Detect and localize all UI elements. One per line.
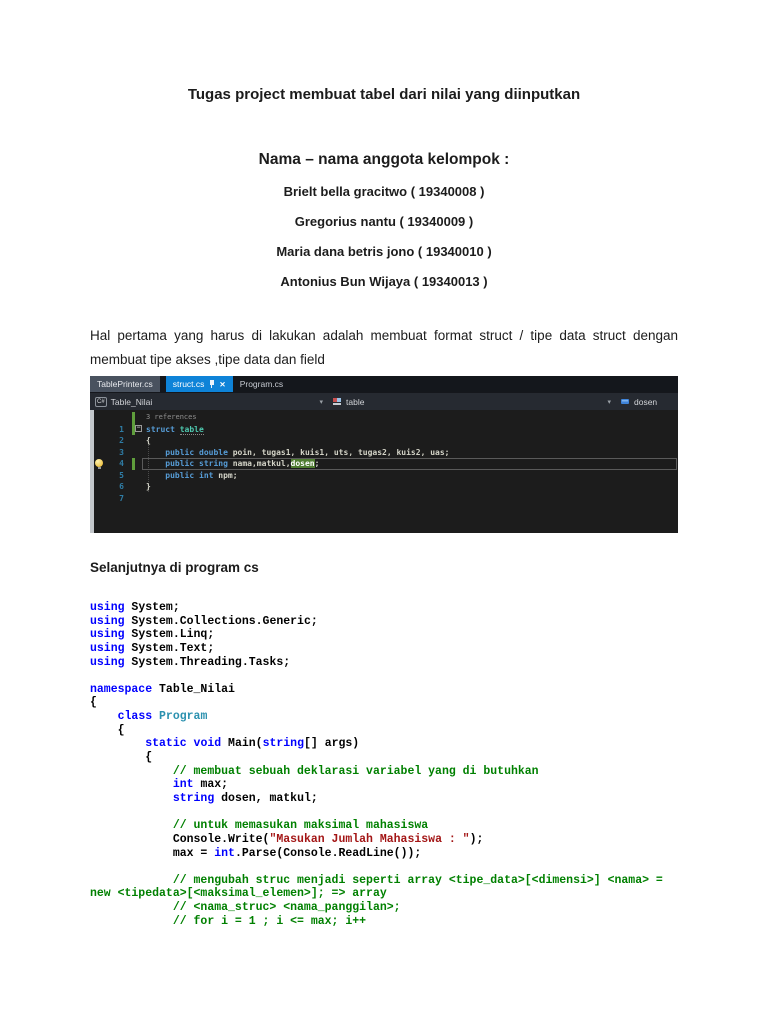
field-icon: [621, 399, 629, 404]
change-bar: [132, 458, 135, 470]
csharp-project-icon: C#: [95, 396, 107, 407]
type-dropdown[interactable]: table ▾: [328, 393, 616, 410]
program-code-line: [90, 669, 663, 683]
program-code-block: using System; using System.Collections.Ge…: [90, 601, 663, 928]
program-code-line: namespace Table_Nilai: [90, 682, 235, 696]
code-editor[interactable]: 3 references −1 struct table 2{3 public dou…: [90, 410, 678, 533]
code-line: 3 public double poin, tugas1, kuis1, uts…: [90, 447, 678, 459]
project-name: Table_Nilai: [110, 396, 153, 407]
program-code-line: class Program: [117, 710, 208, 724]
tab-struct-cs[interactable]: struct.cs ✕: [165, 376, 233, 392]
line-number: 6: [119, 482, 124, 491]
struct-icon: [333, 398, 341, 405]
type-name: table: [346, 396, 365, 407]
tab-label: TablePrinter.cs: [97, 379, 153, 389]
program-code-line: // for i = 1 ; i <= max; i++: [90, 914, 367, 928]
program-code-line: using System.Threading.Tasks;: [90, 655, 291, 669]
collapse-icon[interactable]: −: [135, 425, 142, 432]
project-dropdown[interactable]: C# Table_Nilai ▾: [90, 393, 328, 410]
vs-tab-bar: TablePrinter.cs struct.cs ✕ Program.cs: [90, 376, 678, 392]
program-code-line: {: [90, 751, 153, 765]
program-code-line: static void Main(string[] args): [145, 737, 360, 751]
codelens-references[interactable]: 3 references: [146, 412, 197, 424]
vs-navigation-bar: C# Table_Nilai ▾ table ▾ dosen: [90, 392, 678, 410]
program-code-line: // mengubah struc menjadi seperti array …: [90, 873, 663, 887]
section2-heading: Selanjutnya di program cs: [90, 560, 259, 575]
change-bar: [132, 412, 135, 424]
program-code-line: new <tipedata>[<maksimal_elemen>]; => ar…: [90, 887, 387, 901]
member-line: Brielt bella gracitwo ( 19340008 ): [283, 184, 485, 199]
tab-label: struct.cs: [172, 379, 205, 389]
program-code-line: [90, 860, 663, 874]
program-code-line: using System.Collections.Generic;: [90, 614, 318, 628]
document-page: Tugas project membuat tabel dari nilai y…: [0, 0, 768, 1024]
program-code-line: [90, 806, 663, 820]
line-number: 3: [119, 447, 124, 457]
vs-screenshot: TablePrinter.cs struct.cs ✕ Program.cs C…: [90, 376, 678, 533]
program-code-line: Console.Write("Masukan Jumlah Mahasiswa …: [90, 832, 484, 846]
pin-icon[interactable]: [208, 380, 215, 389]
member-list: Brielt bella gracitwo ( 19340008 ) Gregor…: [0, 184, 768, 304]
code-line: 6}: [90, 481, 678, 493]
code-line: 5 public int npm;: [90, 470, 678, 482]
program-code-line: // <nama_struc> <nama_panggilan>;: [90, 901, 401, 915]
program-code-line: // membuat sebuah deklarasi variabel yan…: [90, 764, 539, 778]
program-code-line: {: [90, 723, 125, 737]
chevron-down-icon: ▾: [319, 398, 323, 406]
line-number: 2: [119, 436, 124, 445]
line-number: 4: [119, 459, 124, 468]
code-line: 2{: [90, 435, 678, 447]
program-code-line: max = int.Parse(Console.ReadLine());: [90, 846, 422, 860]
tab-program-cs[interactable]: Program.cs: [233, 376, 290, 392]
code-line: 7: [90, 493, 678, 505]
program-code-line: int max;: [172, 778, 229, 792]
program-code-line: {: [90, 696, 97, 710]
code-line: 4 public string nama,matkul,dosen;: [90, 457, 678, 470]
program-code-line: // untuk memasukan maksimal mahasiswa: [90, 819, 429, 833]
member-name: dosen: [634, 396, 658, 407]
tab-label: Program.cs: [239, 379, 284, 389]
page-title: Tugas project membuat tabel dari nilai y…: [187, 86, 581, 103]
group-heading: Nama – nama anggota kelompok :: [258, 151, 510, 168]
member-dropdown[interactable]: dosen: [616, 393, 678, 410]
member-line: Antonius Bun Wijaya ( 19340013 ): [280, 274, 488, 289]
line-number: 1: [119, 424, 124, 434]
program-code-line: string dosen, matkul;: [172, 791, 318, 805]
line-number: 5: [119, 470, 124, 480]
code-line: −1 struct table: [90, 423, 678, 435]
program-code-line: using System.Text;: [90, 641, 215, 655]
program-code-line: using System;: [90, 601, 180, 614]
editor-lines: 3 references −1 struct table 2{3 public dou…: [90, 412, 678, 504]
line-number: 7: [119, 493, 124, 503]
chevron-down-icon: ▾: [607, 398, 611, 406]
member-line: Maria dana betris jono ( 19340010 ): [276, 244, 492, 259]
tab-tableprinter-cs[interactable]: TablePrinter.cs: [90, 376, 160, 392]
member-line: Gregorius nantu ( 19340009 ): [294, 214, 474, 229]
codelens-row: 3 references: [90, 412, 678, 424]
close-icon[interactable]: ✕: [219, 380, 225, 389]
lightbulb-icon[interactable]: [95, 459, 103, 469]
intro-paragraph: Hal pertama yang harus di lakukan adalah…: [90, 328, 678, 367]
program-code-line: using System.Linq;: [90, 628, 215, 642]
